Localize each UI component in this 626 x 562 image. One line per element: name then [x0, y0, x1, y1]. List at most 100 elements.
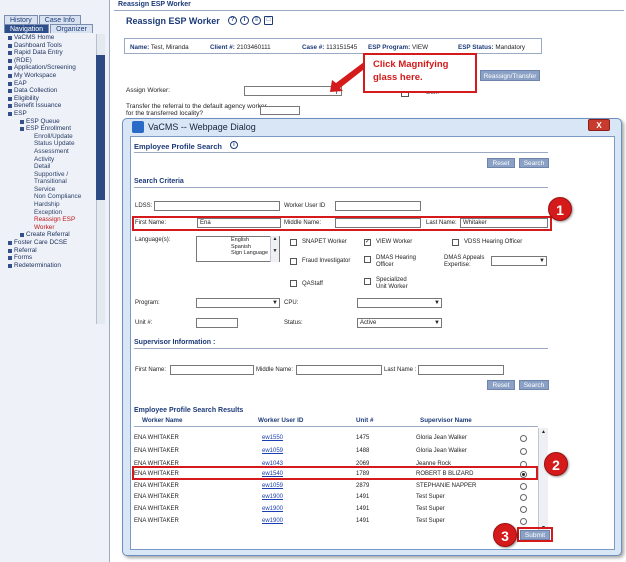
worker-user-id-link[interactable]: ew1059: [262, 448, 283, 454]
select-worker-radio[interactable]: [520, 448, 527, 455]
nav-item[interactable]: Data Collection: [0, 87, 96, 95]
info-icon[interactable]: i: [240, 16, 249, 25]
unit-input[interactable]: [196, 318, 238, 328]
specialized-unit-worker-checkbox[interactable]: [364, 278, 371, 285]
nav-item[interactable]: ESP: [0, 110, 96, 118]
nav-item[interactable]: Exception: [0, 209, 96, 217]
worker-user-id-input[interactable]: [335, 201, 421, 211]
table-row[interactable]: ENA WHITAKER ew1900 1491 Test Super: [134, 504, 532, 515]
middle-name-input[interactable]: [335, 218, 421, 228]
nav-item[interactable]: Hardship: [0, 201, 96, 209]
cpu-select[interactable]: ▼: [357, 298, 442, 308]
select-worker-radio[interactable]: [520, 506, 527, 513]
nav-item-label: Assessment: [34, 147, 69, 155]
nav-item[interactable]: Rapid Data Entry: [0, 49, 96, 57]
view-worker-checkbox[interactable]: ✓: [364, 239, 371, 246]
window-icon[interactable]: □: [264, 16, 273, 25]
nav-item[interactable]: Reassign ESP: [0, 216, 96, 224]
col-worker-name[interactable]: Worker Name: [142, 417, 182, 424]
nav-item[interactable]: Assessment: [0, 148, 96, 156]
nav-item[interactable]: Referral: [0, 247, 96, 255]
nav-item[interactable]: Supportive /: [0, 171, 96, 179]
sup-first-name-input[interactable]: [170, 365, 254, 375]
table-row[interactable]: ENA WHITAKER ew1059 2879 STEPHANIE NAPPER: [134, 481, 532, 492]
nav-item[interactable]: Detail: [0, 163, 96, 171]
worker-user-id-link[interactable]: ew1059: [262, 483, 283, 489]
program-select[interactable]: ▼: [196, 298, 280, 308]
nav-item[interactable]: Service: [0, 186, 96, 194]
nav-bullet-icon: [8, 241, 12, 246]
select-worker-radio[interactable]: [520, 494, 527, 501]
select-worker-radio[interactable]: [520, 483, 527, 490]
search-button-top[interactable]: Search: [519, 158, 549, 168]
reset-button[interactable]: Reset: [487, 380, 515, 390]
table-row[interactable]: ENA WHITAKER ew1059 1488 Gloria Jean Walker: [134, 446, 532, 457]
select-worker-radio[interactable]: [520, 518, 527, 525]
table-row[interactable]: ENA WHITAKER ew1900 1491 Test Super: [134, 516, 532, 527]
middle-name-label: Middle Name:: [284, 220, 322, 226]
reassign-transfer-button[interactable]: Reassign/Transfer: [480, 70, 540, 81]
tab-case-info[interactable]: Case Info: [38, 15, 81, 24]
nav-item[interactable]: Redetermination: [0, 262, 96, 270]
dmas-hearing-officer-checkbox[interactable]: [364, 256, 371, 263]
snapet-worker-checkbox[interactable]: [290, 239, 297, 246]
nav-item[interactable]: Dashboard Tools: [0, 42, 96, 50]
nav-scrollbar-thumb[interactable]: [96, 55, 105, 200]
transfer-default-worker-label: Transfer the referral to the default age…: [126, 103, 267, 117]
sup-last-name-input[interactable]: [418, 365, 504, 375]
worker-user-id-link[interactable]: ew1900: [262, 494, 283, 500]
sup-middle-name-input[interactable]: [296, 365, 382, 375]
col-worker-user-id[interactable]: Worker User ID: [258, 417, 303, 424]
col-unit[interactable]: Unit #: [356, 417, 374, 424]
nav-item[interactable]: My Workspace: [0, 72, 96, 80]
worker-user-id-link[interactable]: ew1900: [262, 518, 283, 524]
ldss-input[interactable]: [154, 201, 280, 211]
search-button[interactable]: Search: [519, 380, 549, 390]
select-worker-radio[interactable]: [520, 435, 527, 442]
nav-item[interactable]: Create Referral: [0, 231, 96, 239]
help-icon[interactable]: ?: [228, 16, 237, 25]
col-supervisor-name[interactable]: Supervisor Name: [420, 417, 472, 424]
nav-item[interactable]: Foster Care DCSE: [0, 239, 96, 247]
scroll-up-icon[interactable]: ▲: [539, 429, 548, 435]
nav-item[interactable]: EAP: [0, 80, 96, 88]
nav-item[interactable]: ESP Queue: [0, 118, 96, 126]
tab-history[interactable]: History: [4, 15, 38, 24]
nav-item[interactable]: Non Compliance: [0, 193, 96, 201]
status-select[interactable]: Active ▼: [357, 318, 442, 328]
qastaff-checkbox[interactable]: [290, 280, 297, 287]
dialog-info-icon[interactable]: i: [230, 141, 238, 149]
transfer-default-worker-select[interactable]: [260, 106, 300, 115]
dmas-appeals-expertise-select[interactable]: ▼: [491, 256, 547, 266]
first-name-input[interactable]: Ena: [197, 218, 281, 228]
reset-button-top[interactable]: Reset: [487, 158, 515, 168]
table-row[interactable]: ENA WHITAKER ew1550 1475 Gloria Jean Walker: [134, 433, 532, 444]
dialog-close-button[interactable]: X: [588, 119, 610, 131]
nav-item[interactable]: Benefit Issuance: [0, 102, 96, 110]
nav-item[interactable]: (RDE): [0, 57, 96, 65]
tab-organizer[interactable]: Organizer: [50, 24, 93, 33]
worker-user-id-link[interactable]: ew1900: [262, 506, 283, 512]
vdss-hearing-officer-checkbox[interactable]: [452, 239, 459, 246]
nav-item-label: Activity: [34, 155, 55, 163]
results-scrollbar[interactable]: ▲ ▼: [538, 428, 548, 538]
worker-user-id-link[interactable]: ew1550: [262, 435, 283, 441]
tab-navigation[interactable]: Navigation: [4, 24, 50, 33]
nav-item[interactable]: Activity: [0, 156, 96, 164]
fraud-investigator-checkbox[interactable]: [290, 258, 297, 265]
last-name-input[interactable]: Whitaker: [460, 218, 548, 228]
nav-item[interactable]: Worker: [0, 224, 96, 232]
table-row[interactable]: ENA WHITAKER ew1900 1491 Test Super: [134, 492, 532, 503]
languages-scrollbar[interactable]: ▲ ▼: [270, 236, 279, 262]
languages-listbox[interactable]: English Spanish Sign Language: [196, 236, 280, 262]
nav-item[interactable]: VaCMS Home: [0, 34, 96, 42]
print-icon[interactable]: ≡: [252, 16, 261, 25]
language-option[interactable]: Sign Language: [199, 250, 279, 257]
nav-item[interactable]: Enroll/Update: [0, 133, 96, 141]
nav-item[interactable]: Status Update: [0, 140, 96, 148]
nav-item[interactable]: Forms: [0, 254, 96, 262]
nav-item[interactable]: Transitional: [0, 178, 96, 186]
nav-item[interactable]: Eligibility: [0, 95, 96, 103]
nav-item[interactable]: Application/Screening: [0, 64, 96, 72]
nav-item[interactable]: ESP Enrollment: [0, 125, 96, 133]
